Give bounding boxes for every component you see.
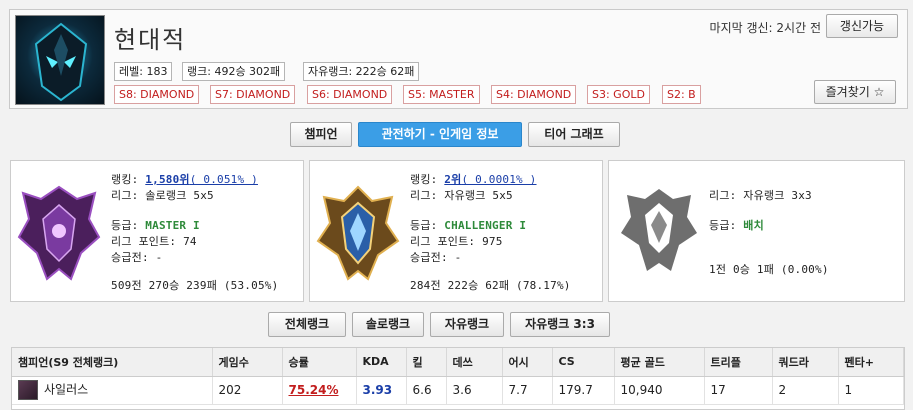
flex-record-chip: 자유랭크: 222승 62패: [303, 62, 420, 81]
season-chip-s6: S6: DIAMOND: [307, 85, 393, 104]
table-header[interactable]: 펜타+: [838, 348, 904, 377]
solo-league-text: 리그: 솔로랭크 5x5: [111, 189, 214, 202]
season-chip-s2: S2: B: [662, 85, 701, 104]
solo-promo: 승급전: -: [111, 251, 163, 264]
table-header[interactable]: 승률: [282, 348, 357, 377]
table-header[interactable]: KDA: [356, 348, 407, 377]
table-header[interactable]: 데쓰: [446, 348, 503, 377]
rank-record-chip: 랭크: 492승 302패: [182, 62, 286, 81]
subtab-flex-rank[interactable]: 자유랭크: [430, 312, 504, 337]
flex-ranking-label: 랭킹:: [410, 173, 438, 186]
winrate-link[interactable]: 75.24%: [289, 383, 339, 397]
solo-ranking-link[interactable]: 1,580위: [145, 173, 189, 186]
season-chip-s4: S4: DIAMOND: [491, 85, 577, 104]
solo-tier-value: MASTER I: [145, 219, 200, 232]
update-button[interactable]: 갱신가능: [826, 14, 898, 38]
favorite-button[interactable]: 즐겨찾기 ☆: [814, 80, 896, 104]
table-header[interactable]: 평균 골드: [614, 348, 705, 377]
table-header[interactable]: CS: [552, 348, 615, 377]
flex3-tier-label: 등급:: [709, 219, 737, 232]
gold-cell: 10,940: [614, 376, 705, 405]
cs-cell: 179.7: [552, 376, 615, 405]
flex-league-text: 리그: 자유랭크 5x5: [410, 189, 513, 202]
table-row: 사일러스 202 75.24% 3.93 6.6 3.6 7.7 179.7 1…: [12, 376, 904, 405]
flex-ranking-percent[interactable]: ( 0.0001% ): [461, 173, 536, 186]
profile-header: 현대적 레벨: 183 랭크: 492승 302패 자유랭크: 222승 62패…: [9, 9, 908, 109]
flex-tier-label: 등급:: [410, 219, 438, 232]
champion-icon: [18, 380, 38, 400]
challenger-emblem-icon: [314, 183, 402, 286]
flex-tier-value: CHALLENGER I: [444, 219, 527, 232]
summoner-name: 현대적: [114, 26, 187, 54]
solo-tier-line: 등급: MASTER I: [111, 217, 200, 233]
flex3-league-text: 리그: 자유랭크 3x3: [709, 189, 812, 202]
profile-icon: [15, 15, 105, 105]
solo-league-points: 리그 포인트: 74: [111, 235, 197, 248]
season-chip-s8: S8: DIAMOND: [114, 85, 200, 104]
tab-champion[interactable]: 챔피언: [290, 122, 352, 147]
assists-cell: 7.7: [502, 376, 553, 405]
champion-cell[interactable]: 사일러스: [12, 376, 213, 405]
master-emblem-icon: [15, 183, 103, 286]
table-header[interactable]: 어시: [502, 348, 553, 377]
flex-promo: 승급전: -: [410, 251, 462, 264]
subtab-all-rank[interactable]: 전체랭크: [268, 312, 346, 337]
flex-league-points: 리그 포인트: 975: [410, 235, 503, 248]
flex-ranking-line: 랭킹: 2위( 0.0001% ): [410, 171, 537, 187]
solo-tier-label: 등급:: [111, 219, 139, 232]
unranked-emblem-icon: [617, 185, 701, 278]
last-update-text: 마지막 갱신: 2시간 전: [709, 21, 821, 35]
solo-rank-panel: 랭킹: 1,580위( 0.051% ) 리그: 솔로랭크 5x5 등급: MA…: [10, 160, 304, 302]
season-chip-s3: S3: GOLD: [587, 85, 650, 104]
triple-cell: 17: [704, 376, 773, 405]
kills-cell: 6.6: [406, 376, 447, 405]
flex3-tier-value: 배치: [743, 219, 764, 232]
solo-ranking-line: 랭킹: 1,580위( 0.051% ): [111, 171, 258, 187]
penta-cell: 1: [838, 376, 904, 405]
season-chip-s7: S7: DIAMOND: [210, 85, 296, 104]
quadra-cell: 2: [772, 376, 839, 405]
champion-name[interactable]: 사일러스: [44, 383, 88, 397]
table-header[interactable]: 쿼드라: [772, 348, 839, 377]
flex-tier-line: 등급: CHALLENGER I: [410, 217, 526, 233]
winrate-cell: 75.24%: [282, 376, 357, 405]
table-header[interactable]: 트리플: [704, 348, 773, 377]
table-header[interactable]: 챔피언(S9 전체랭크): [12, 348, 213, 377]
kda-cell: 3.93: [356, 376, 407, 405]
flex3-record: 1전 0승 1패 (0.00%): [709, 263, 829, 276]
solo-ranking-percent[interactable]: ( 0.051% ): [190, 173, 258, 186]
kda-value: 3.93: [362, 383, 393, 397]
table-header[interactable]: 게임수: [212, 348, 283, 377]
solo-ranking-label: 랭킹:: [111, 173, 139, 186]
solo-record: 509전 270승 239패 (53.05%): [111, 279, 279, 292]
flex3-rank-panel: 리그: 자유랭크 3x3 등급: 배치 1전 0승 1패 (0.00%): [608, 160, 905, 302]
subtab-solo-rank[interactable]: 솔로랭크: [352, 312, 424, 337]
table-header[interactable]: 킬: [406, 348, 447, 377]
season-chip-s5: S5: MASTER: [403, 85, 480, 104]
subtab-flex3-rank[interactable]: 자유랭크 3:3: [510, 312, 610, 337]
deaths-cell: 3.6: [446, 376, 503, 405]
flex-rank-panel: 랭킹: 2위( 0.0001% ) 리그: 자유랭크 5x5 등급: CHALL…: [309, 160, 603, 302]
level-chip: 레벨: 183: [114, 62, 173, 81]
champion-stats-table: 챔피언(S9 전체랭크) 게임수 승률 KDA 킬 데쓰 어시 CS 평균 골드…: [11, 347, 905, 410]
tab-spectate[interactable]: 관전하기 - 인게임 정보: [358, 122, 522, 147]
tab-tier-graph[interactable]: 티어 그래프: [528, 122, 620, 147]
flex3-tier-line: 등급: 배치: [709, 217, 764, 233]
flex-record: 284전 222승 62패 (78.17%): [410, 279, 571, 292]
table-header-row: 챔피언(S9 전체랭크) 게임수 승률 KDA 킬 데쓰 어시 CS 평균 골드…: [12, 348, 904, 377]
games-cell: 202: [212, 376, 283, 405]
flex-ranking-link[interactable]: 2위: [444, 173, 461, 186]
